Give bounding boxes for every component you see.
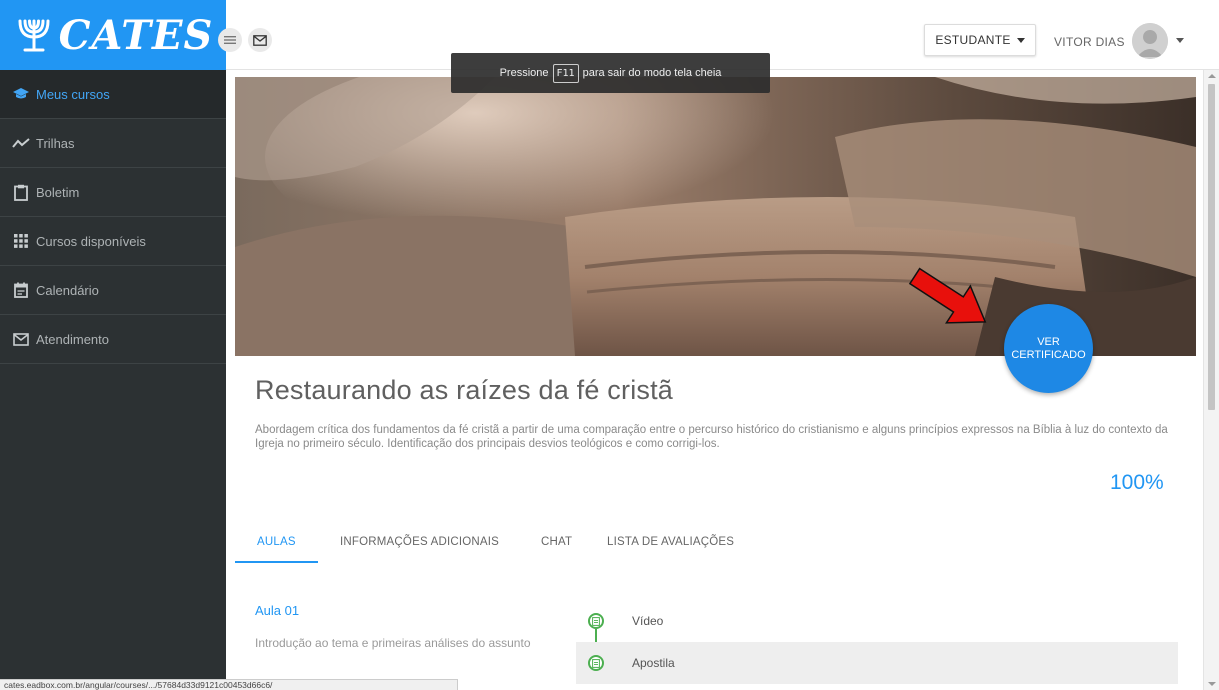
scroll-up-icon[interactable] [1208, 74, 1216, 78]
menorah-icon [18, 19, 50, 52]
tab-aulas[interactable]: AULAS [257, 536, 296, 548]
role-dropdown[interactable]: ESTUDANTE [924, 24, 1036, 56]
course-progress: 100% [1110, 471, 1164, 494]
lesson-item-label: Apostila [632, 656, 675, 670]
view-certificate-button[interactable]: VER CERTIFICADO [1004, 304, 1093, 393]
mail-icon [10, 330, 32, 348]
chevron-down-icon [1016, 37, 1025, 43]
grid-icon [10, 232, 32, 250]
lesson-item-label: Vídeo [632, 614, 664, 628]
hamburger-icon [224, 36, 236, 44]
sidebar-item-label: Atendimento [36, 331, 109, 347]
user-name[interactable]: VITOR DIAS [1054, 35, 1125, 49]
graduation-cap-icon [10, 85, 32, 103]
lesson-item-video[interactable]: Vídeo [576, 600, 1178, 655]
sidebar-item-label: Cursos disponíveis [36, 233, 146, 249]
avatar[interactable] [1132, 23, 1168, 59]
lesson-description: Introdução ao tema e primeiras análises … [255, 636, 531, 650]
course-tabs: AULAS INFORMAÇÕES ADICIONAIS CHAT LISTA … [235, 528, 1195, 564]
logo-text: CATES [58, 11, 214, 59]
course-title: Restaurando as raízes da fé cristã [255, 375, 674, 405]
lesson-title[interactable]: Aula 01 [255, 603, 299, 618]
logo[interactable]: CATES [0, 0, 226, 70]
tab-chat[interactable]: CHAT [541, 536, 572, 548]
sidebar-item-label: Meus cursos [36, 86, 110, 102]
clipboard-icon [10, 183, 32, 201]
sidebar-item-label: Calendário [36, 282, 99, 298]
lesson-item-apostila[interactable]: Apostila [576, 642, 1178, 684]
sidebar-item-trilhas[interactable]: Trilhas [0, 119, 226, 168]
role-label: ESTUDANTE [935, 33, 1011, 47]
certificate-button-line1: VER [1037, 335, 1060, 348]
menu-toggle-button[interactable] [218, 28, 242, 52]
mail-icon [253, 34, 267, 46]
sidebar-item-label: Boletim [36, 184, 80, 200]
sidebar-item-meus-cursos[interactable]: Meus cursos [0, 70, 226, 119]
status-bar-url: cates.eadbox.com.br/angular/courses/.../… [0, 679, 458, 690]
sidebar-item-atendimento[interactable]: Atendimento [0, 315, 226, 364]
course-description: Abordagem crítica dos fundamentos da fé … [255, 424, 1168, 450]
scrollbar-thumb[interactable] [1208, 84, 1215, 410]
tab-informacoes-adicionais[interactable]: INFORMAÇÕES ADICIONAIS [340, 536, 499, 548]
certificate-button-line2: CERTIFICADO [1011, 348, 1086, 361]
fullscreen-key: F11 [552, 63, 579, 83]
scroll-down-icon[interactable] [1208, 682, 1216, 686]
active-tab-indicator [235, 561, 318, 563]
document-icon [588, 655, 604, 671]
tab-lista-de-avaliacoes[interactable]: LISTA DE AVALIAÇÕES [607, 536, 734, 548]
sidebar-nav: Meus cursos Trilhas Boletim Cursos dispo… [0, 70, 226, 364]
user-menu-caret-icon[interactable] [1176, 38, 1184, 43]
page-scrollbar[interactable] [1203, 70, 1219, 690]
sidebar-item-cursos-disponiveis[interactable]: Cursos disponíveis [0, 217, 226, 266]
fullscreen-notice-before: Pressione [499, 67, 549, 79]
fullscreen-notice-after: para sair do modo tela cheia [582, 67, 722, 79]
sidebar: CATES Meus cursos Trilhas Boletim Cursos… [0, 0, 226, 690]
document-icon [588, 613, 604, 629]
trend-line-icon [10, 134, 32, 152]
sidebar-item-boletim[interactable]: Boletim [0, 168, 226, 217]
sidebar-item-calendario[interactable]: Calendário [0, 266, 226, 315]
lesson-items: Vídeo Apostila [576, 600, 1178, 684]
red-arrow-annotation [908, 267, 987, 324]
sidebar-item-label: Trilhas [36, 135, 75, 151]
calendar-icon [10, 281, 32, 299]
fullscreen-notice: Pressione F11 para sair do modo tela che… [451, 53, 770, 93]
messages-button[interactable] [248, 28, 272, 52]
